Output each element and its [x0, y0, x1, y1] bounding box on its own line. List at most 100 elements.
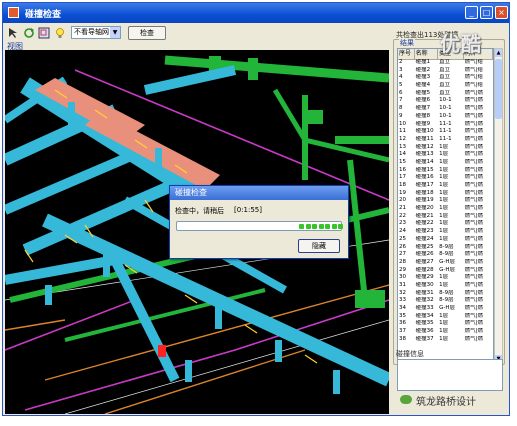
table-cell: 碰撞4	[415, 82, 431, 89]
table-row[interactable]: 10 碰撞9 11-1 燃气|燃	[398, 121, 493, 129]
collision-check-window: 碰撞检查 _ □ × 不看导轴网 ▼ 检查 视图 碰撞检查 检查中，请稍后 [0…	[2, 2, 510, 416]
table-cell: 20	[399, 197, 406, 204]
table-cell: 碰撞19	[415, 197, 434, 204]
table-cell: 燃气|燃	[464, 305, 483, 311]
hide-button[interactable]: 隐藏	[298, 239, 340, 253]
table-cell: 燃气|燃	[464, 220, 483, 227]
table-row[interactable]: 26 碰撞25 8-9层 燃气|燃	[398, 244, 493, 252]
table-row[interactable]: 38 碰撞37 1层 燃气|燃	[398, 336, 493, 344]
table-cell: 3	[399, 66, 403, 73]
table-cell: 碰撞20	[415, 205, 434, 212]
table-row[interactable]: 11 碰撞10 11-1 燃气|燃	[398, 128, 493, 136]
table-cell: 1层	[439, 274, 449, 281]
view-mode-select[interactable]: 不看导轴网 ▼	[71, 26, 121, 39]
table-row[interactable]: 37 碰撞36 1层 燃气|燃	[398, 328, 493, 336]
table-cell: 燃气|燃	[464, 235, 483, 242]
table-row[interactable]: 12 碰撞11 11-1 燃气|燃	[398, 136, 493, 144]
table-row[interactable]: 14 碰撞13 1层 燃气|燃	[398, 151, 493, 159]
table-row[interactable]: 18 碰撞17 1层 燃气|燃	[398, 182, 493, 190]
table-row[interactable]: 31 碰撞30 1层 燃气|燃	[398, 282, 493, 290]
table-cell: 燃气|燃	[464, 166, 483, 173]
table-row[interactable]: 25 碰撞24 1层 燃气|燃	[398, 236, 493, 244]
table-cell: 燃气|燃	[464, 97, 483, 104]
zoom-window-icon[interactable]	[38, 27, 50, 39]
table-row[interactable]: 9 碰撞8 10-1 燃气|燃	[398, 113, 493, 121]
scroll-thumb[interactable]	[495, 59, 502, 119]
progress-block	[318, 224, 324, 229]
elapsed-time: [0:1:55]	[234, 206, 262, 214]
table-cell: 碰撞7	[415, 105, 431, 112]
title-bar[interactable]: 碰撞检查 _ □ ×	[3, 3, 509, 23]
table-row[interactable]: 13 碰撞12 1层 燃气|燃	[398, 144, 493, 152]
table-cell: G-H层	[439, 305, 456, 311]
progress-dialog: 碰撞检查 检查中，请稍后 [0:1:55] 隐藏	[169, 185, 349, 259]
table-row[interactable]: 3 碰撞2 直立 燃气|给	[398, 67, 493, 75]
table-cell: 碰撞3	[415, 74, 431, 81]
table-row[interactable]: 16 碰撞15 1层 燃气|燃	[398, 167, 493, 175]
table-row[interactable]: 17 碰撞16 1层 燃气|燃	[398, 174, 493, 182]
table-row[interactable]: 24 碰撞23 1层 燃气|燃	[398, 228, 493, 236]
table-row[interactable]: 32 碰撞31 8-9层 燃气|燃	[398, 290, 493, 298]
table-cell: 碰撞28	[415, 266, 434, 273]
table-cell: 26	[399, 243, 406, 250]
rotate-tool-icon[interactable]	[23, 27, 35, 39]
table-row[interactable]: 34 碰撞33 G-H层 燃气|燃	[398, 305, 493, 313]
table-cell: 燃气|燃	[464, 151, 483, 158]
progress-block	[338, 224, 343, 229]
lightbulb-icon[interactable]	[54, 27, 66, 39]
collision-info-box[interactable]	[397, 359, 503, 391]
dialog-title[interactable]: 碰撞检查	[170, 186, 348, 200]
table-cell: 10-1	[439, 97, 452, 104]
table-cell: 1层	[439, 151, 449, 158]
table-row[interactable]: 28 碰撞27 G-H层 燃气|燃	[398, 259, 493, 267]
table-row[interactable]: 30 碰撞29 1层 燃气|燃	[398, 274, 493, 282]
table-cell: G-H层	[439, 258, 456, 265]
table-cell: 17	[399, 174, 406, 181]
table-cell: 碰撞6	[415, 97, 431, 104]
column-header[interactable]: 名称	[415, 49, 439, 59]
table-row[interactable]: 8 碰撞7 10-1 燃气|燃	[398, 105, 493, 113]
table-row[interactable]: 33 碰撞32 8-9层 燃气|燃	[398, 297, 493, 305]
table-cell: 8-9层	[439, 297, 454, 304]
table-row[interactable]: 36 碰撞35 1层 燃气|燃	[398, 320, 493, 328]
table-cell: 1层	[439, 143, 449, 150]
table-cell: 1层	[439, 235, 449, 242]
table-cell: 燃气|燃	[464, 212, 483, 219]
table-row[interactable]: 6 碰撞5 直立 燃气|燃	[398, 90, 493, 98]
table-row[interactable]: 20 碰撞19 1层 燃气|燃	[398, 197, 493, 205]
table-cell: 碰撞25	[415, 243, 434, 250]
table-cell: 1层	[439, 166, 449, 173]
table-cell: 直立	[439, 66, 451, 73]
table-row[interactable]: 7 碰撞6 10-1 燃气|燃	[398, 97, 493, 105]
table-row[interactable]: 27 碰撞26 8-9层 燃气|燃	[398, 251, 493, 259]
results-list[interactable]: 序号 名称 类型 构件 2 碰撞1 直立 燃气|给 3 碰撞2 直立 燃气|给 4 碰撞3 直立 燃气…	[397, 48, 494, 364]
table-row[interactable]: 29 碰撞28 G-H层 燃气|燃	[398, 267, 493, 275]
table-row[interactable]: 23 碰撞22 1层 燃气|燃	[398, 220, 493, 228]
table-cell: 30	[399, 274, 406, 281]
table-cell: 10-1	[439, 105, 452, 112]
column-header[interactable]: 序号	[398, 49, 415, 59]
check-button[interactable]: 检查	[128, 26, 166, 40]
minimize-button[interactable]: _	[465, 6, 478, 19]
table-row[interactable]: 4 碰撞3 直立 燃气|给	[398, 74, 493, 82]
table-row[interactable]: 22 碰撞21 1层 燃气|燃	[398, 213, 493, 221]
table-cell: 燃气|给	[464, 82, 483, 89]
dialog-message: 检查中，请稍后	[175, 207, 224, 215]
table-cell: 1层	[439, 189, 449, 196]
table-cell: 碰撞23	[415, 228, 434, 235]
table-row[interactable]: 19 碰撞18 1层 燃气|燃	[398, 190, 493, 198]
table-cell: 碰撞24	[415, 235, 434, 242]
maximize-button[interactable]: □	[480, 6, 493, 19]
table-cell: 1层	[439, 281, 449, 288]
close-button[interactable]: ×	[495, 6, 508, 19]
table-row[interactable]: 5 碰撞4 直立 燃气|给	[398, 82, 493, 90]
table-row[interactable]: 15 碰撞14 1层 燃气|燃	[398, 159, 493, 167]
table-cell: 24	[399, 228, 406, 235]
scroll-up-icon[interactable]: ▲	[495, 49, 502, 57]
results-scrollbar[interactable]: ▲ ▼	[494, 48, 503, 364]
table-cell: 燃气|燃	[464, 89, 483, 96]
table-row[interactable]: 2 碰撞1 直立 燃气|给	[398, 59, 493, 67]
select-tool-icon[interactable]	[7, 27, 19, 39]
table-row[interactable]: 21 碰撞20 1层 燃气|燃	[398, 205, 493, 213]
table-row[interactable]: 35 碰撞34 1层 燃气|燃	[398, 313, 493, 321]
